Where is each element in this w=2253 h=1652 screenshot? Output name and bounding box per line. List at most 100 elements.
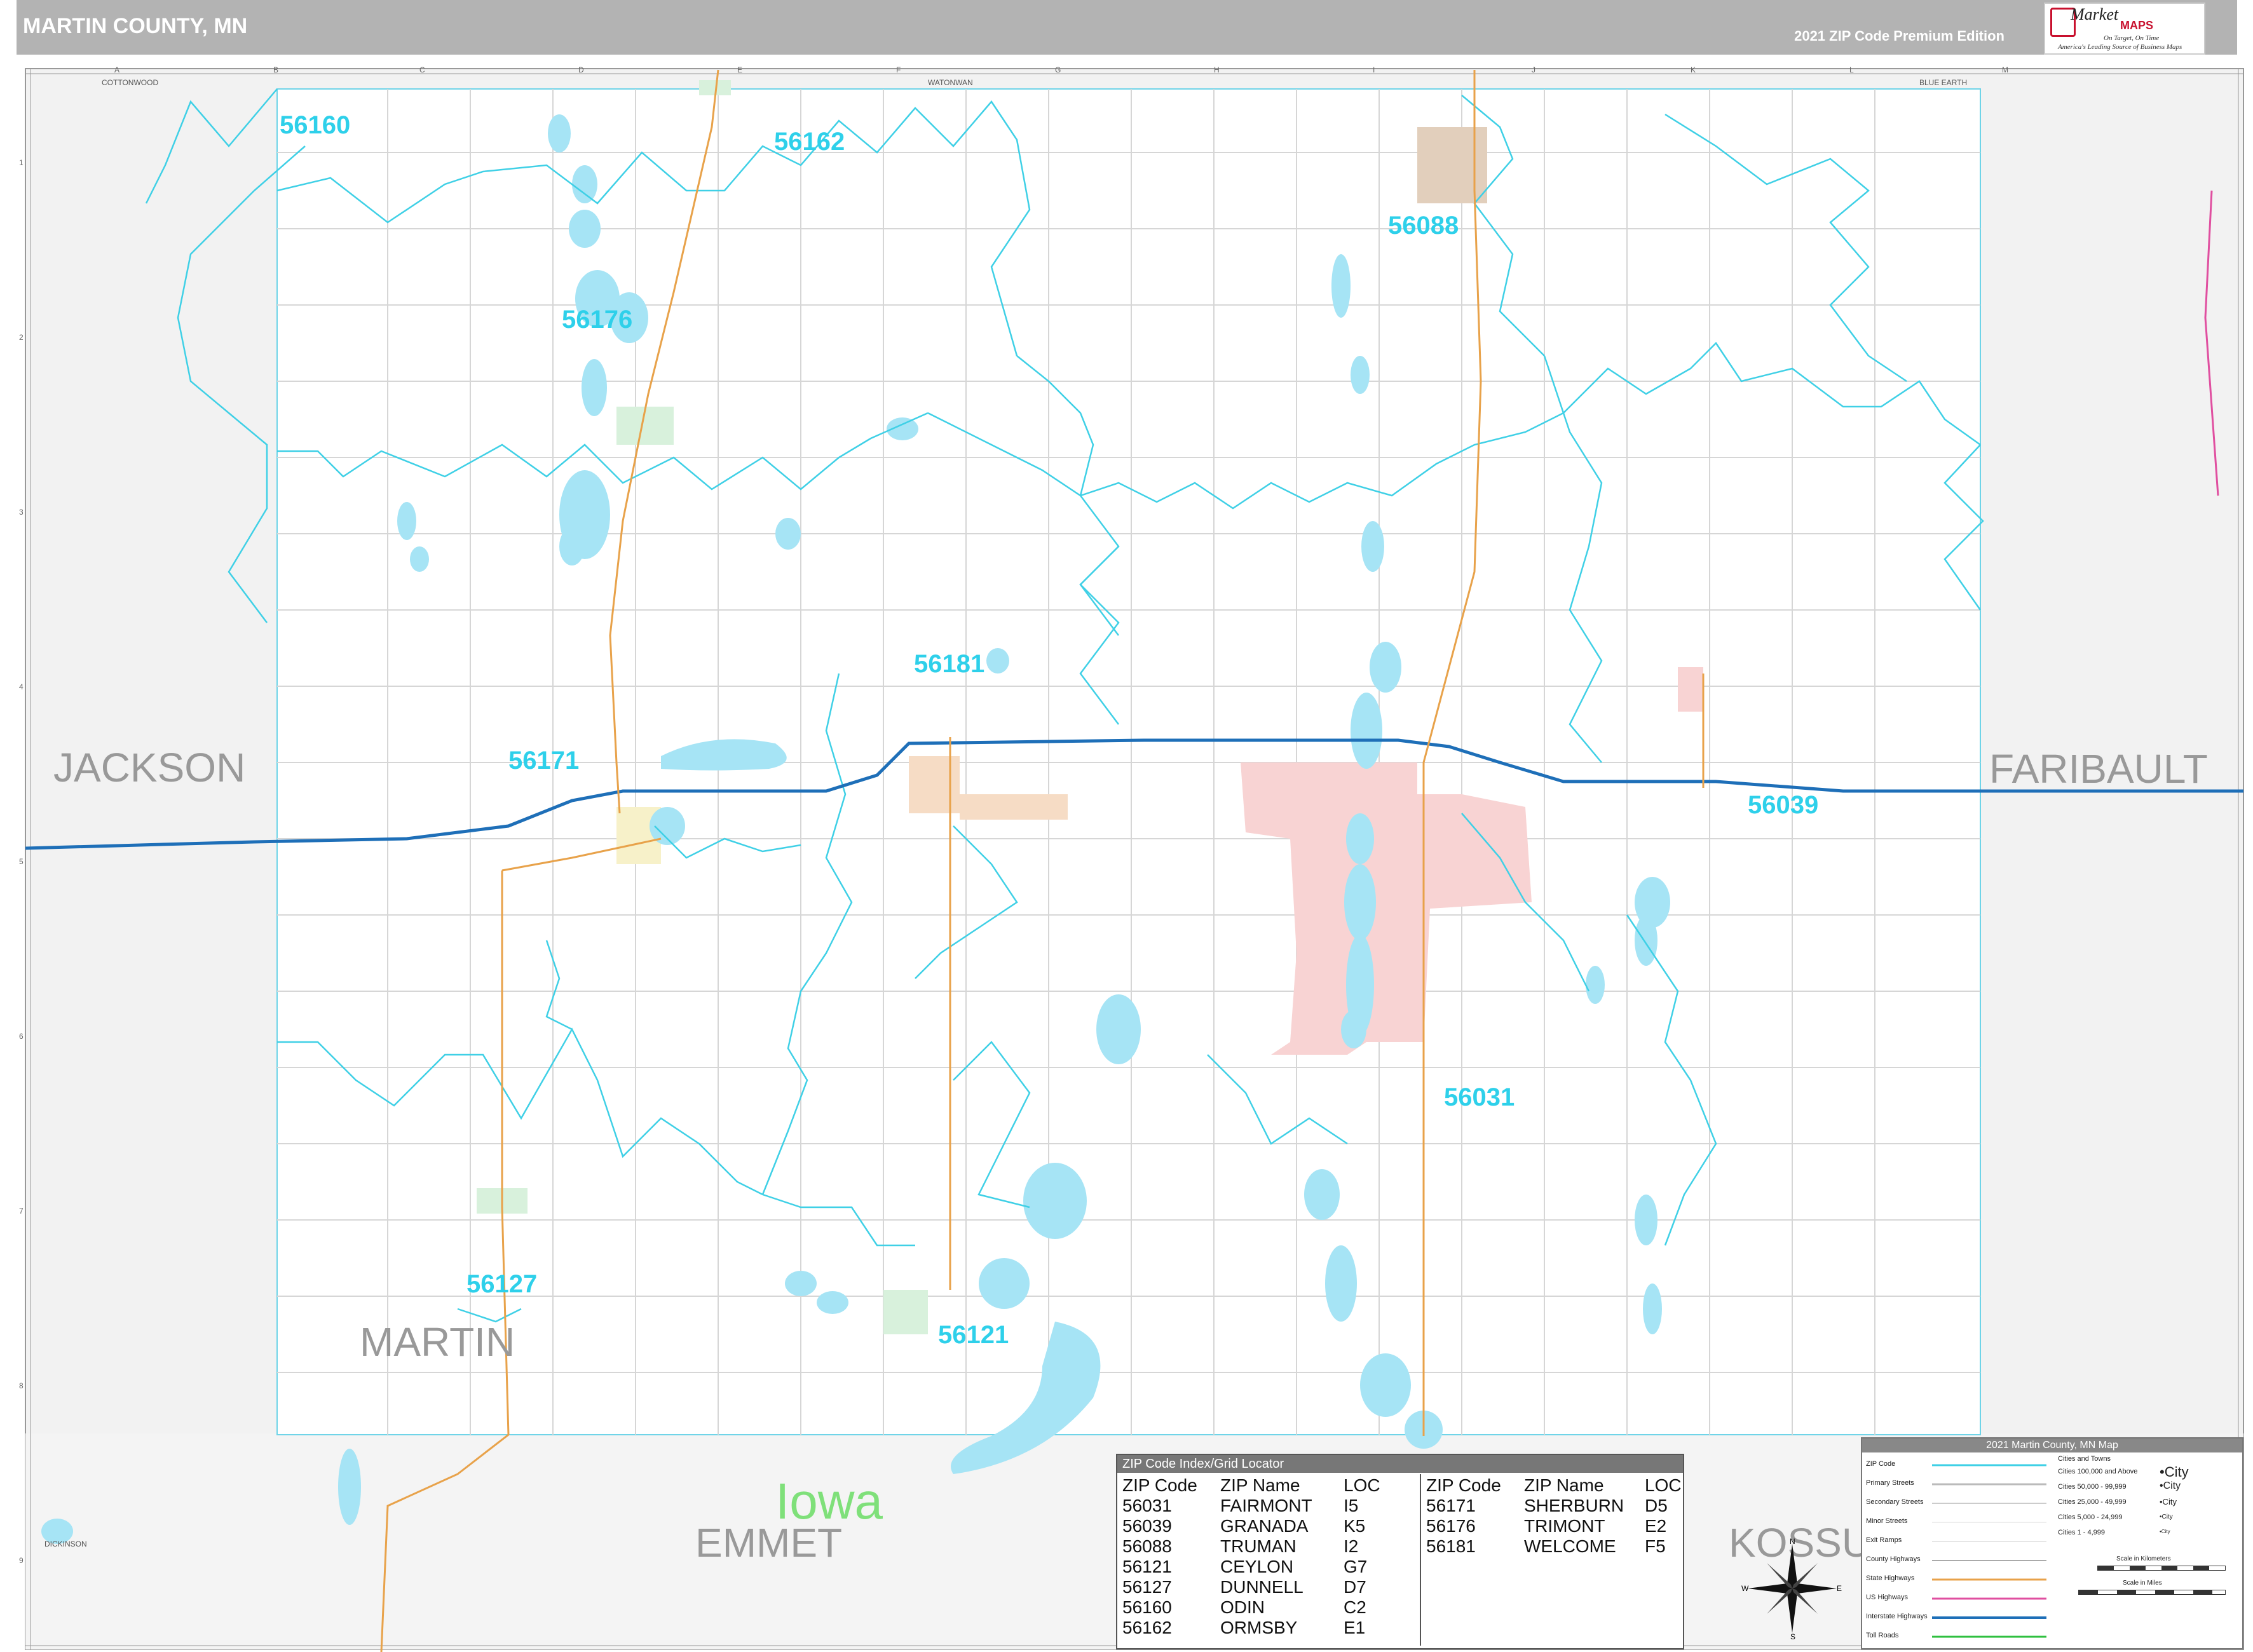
legend-scale-mi: Scale in Miles <box>2123 1580 2162 1587</box>
grid-col-h: H <box>1214 65 1220 74</box>
index-loc-cell: C2 <box>1344 1597 1366 1617</box>
legend-item-secondary: Secondary Streets <box>1866 1498 1924 1506</box>
zip-index-table: ZIP Code Index/Grid Locator ZIP Code 560… <box>1116 1454 1684 1649</box>
compass-rose-icon: N S W E <box>1741 1538 1842 1639</box>
index-col-loc-left: LOC I5 K5 I2 G7 D7 C2 E1 <box>1344 1475 1380 1638</box>
index-header-loc: LOC <box>1344 1475 1380 1495</box>
index-col-zip-right: ZIP Code 56171 56176 56181 <box>1426 1475 1501 1557</box>
index-name-cell: DUNNELL <box>1220 1577 1303 1597</box>
grid-row-1: 1 <box>19 158 24 167</box>
grid-col-f: F <box>896 65 901 74</box>
index-loc-cell: D7 <box>1344 1577 1366 1597</box>
index-table-title: ZIP Code Index/Grid Locator <box>1117 1455 1683 1473</box>
legend-scale-km: Scale in Kilometers <box>2116 1555 2171 1562</box>
index-zip-cell: 56121 <box>1122 1557 1172 1576</box>
grid-col-l: L <box>1849 65 1854 74</box>
index-zip-cell: 56031 <box>1122 1496 1172 1515</box>
index-zip-cell: 56181 <box>1426 1536 1476 1556</box>
grid-col-c: C <box>419 65 425 74</box>
index-zip-cell: 56162 <box>1122 1618 1172 1637</box>
zip-label-56176: 56176 <box>562 306 632 334</box>
index-name-cell: GRANADA <box>1220 1516 1309 1536</box>
legend-city-sample-2: •City <box>2160 1480 2181 1491</box>
welcome-area <box>909 756 960 813</box>
legend-item-exit: Exit Ramps <box>1866 1536 1902 1544</box>
legend-city-class-1: Cities 100,000 and Above <box>2058 1468 2138 1475</box>
zip-label-56181: 56181 <box>914 650 984 678</box>
legend-city-sample-3: •City <box>2160 1497 2177 1506</box>
zip-label-56127: 56127 <box>466 1270 537 1298</box>
legend-cities-title: Cities and Towns <box>2058 1455 2111 1463</box>
grid-col-j: J <box>1532 65 1535 74</box>
index-loc-cell: I2 <box>1344 1536 1359 1556</box>
index-zip-cell: 56176 <box>1426 1516 1476 1536</box>
compass-w: W <box>1741 1584 1749 1593</box>
legend-item-state-hwy: State Highways <box>1866 1574 1915 1582</box>
granada-area <box>1678 667 1703 712</box>
zip-label-56039: 56039 <box>1748 791 1818 819</box>
index-zip-cell: 56171 <box>1426 1496 1476 1515</box>
state-label-iowa: Iowa <box>775 1473 883 1529</box>
index-loc-cell: E1 <box>1344 1618 1366 1637</box>
grid-col-d: D <box>578 65 584 74</box>
legend-city-class-4: Cities 5,000 - 24,999 <box>2058 1513 2123 1521</box>
index-col-loc-right: LOC D5 E2 F5 <box>1645 1475 1682 1557</box>
county-map: A B C D E F G H I J K L M 1 2 3 4 5 6 7 … <box>19 65 2244 1652</box>
zip-label-56031: 56031 <box>1444 1083 1514 1111</box>
index-col-name-right: ZIP Name SHERBURN TRIMONT WELCOME <box>1524 1475 1624 1557</box>
legend-item-primary: Primary Streets <box>1866 1479 1914 1487</box>
index-name-cell: TRIMONT <box>1524 1516 1605 1536</box>
index-zip-cell: 56160 <box>1122 1597 1172 1617</box>
grid-col-a: A <box>114 65 119 74</box>
index-name-cell: CEYLON <box>1220 1557 1294 1576</box>
index-loc-cell: I5 <box>1344 1496 1359 1515</box>
index-name-cell: TRUMAN <box>1220 1536 1297 1556</box>
map-legend: 2021 Martin County, MN Map ZIP Code Prim… <box>1861 1437 2243 1649</box>
index-header-zip: ZIP Code <box>1426 1475 1501 1495</box>
grid-row-3: 3 <box>19 508 24 517</box>
legend-city-sample-5: •City <box>2160 1529 2170 1534</box>
grid-row-4: 4 <box>19 682 24 691</box>
grid-col-m: M <box>2002 65 2008 74</box>
index-name-cell: FAIRMONT <box>1220 1496 1312 1515</box>
index-name-cell: ODIN <box>1220 1597 1265 1617</box>
welcome-east-area <box>960 794 1068 820</box>
county-label-martin: MARTIN <box>360 1319 515 1365</box>
legend-item-zip: ZIP Code <box>1866 1460 1896 1468</box>
index-loc-cell: G7 <box>1344 1557 1368 1576</box>
legend-item-interstate: Interstate Highways <box>1866 1613 1928 1620</box>
legend-item-minor: Minor Streets <box>1866 1517 1908 1525</box>
grid-row-2: 2 <box>19 333 24 342</box>
county-label-jackson: JACKSON <box>53 745 245 790</box>
county-label-faribault: FARIBAULT <box>1989 746 2208 792</box>
grid-col-g: G <box>1055 65 1061 74</box>
zip-label-56160: 56160 <box>280 111 350 139</box>
legend-item-toll: Toll Roads <box>1866 1632 1899 1639</box>
index-loc-cell: E2 <box>1645 1516 1667 1536</box>
legend-swatches <box>1932 1464 2046 1638</box>
legend-scale-bar-mi <box>2078 1590 2226 1595</box>
zip-label-56088: 56088 <box>1388 212 1459 240</box>
grid-row-5: 5 <box>19 857 24 866</box>
grid-col-b: B <box>273 65 278 74</box>
grid-row-6: 6 <box>19 1032 24 1041</box>
grid-col-i: I <box>1373 65 1375 74</box>
index-loc-cell: D5 <box>1645 1496 1668 1515</box>
index-loc-cell: F5 <box>1645 1536 1666 1556</box>
grid-row-8: 8 <box>19 1381 24 1390</box>
index-zip-cell: 56088 <box>1122 1536 1172 1556</box>
index-header-name: ZIP Name <box>1524 1475 1604 1495</box>
index-divider <box>1420 1474 1421 1646</box>
zip-label-56121: 56121 <box>938 1321 1009 1349</box>
index-header-zip: ZIP Code <box>1122 1475 1197 1495</box>
index-header-name: ZIP Name <box>1220 1475 1300 1495</box>
grid-row-9: 9 <box>19 1556 24 1565</box>
index-name-cell: WELCOME <box>1524 1536 1616 1556</box>
grid-row-7: 7 <box>19 1207 24 1215</box>
index-header-loc: LOC <box>1645 1475 1682 1495</box>
grid-col-e: E <box>737 65 742 74</box>
index-name-cell: SHERBURN <box>1524 1496 1624 1515</box>
legend-city-sample-1: •City <box>2160 1464 2189 1480</box>
legend-city-sample-4: •City <box>2160 1513 2173 1520</box>
index-name-cell: ORMSBY <box>1220 1618 1298 1637</box>
